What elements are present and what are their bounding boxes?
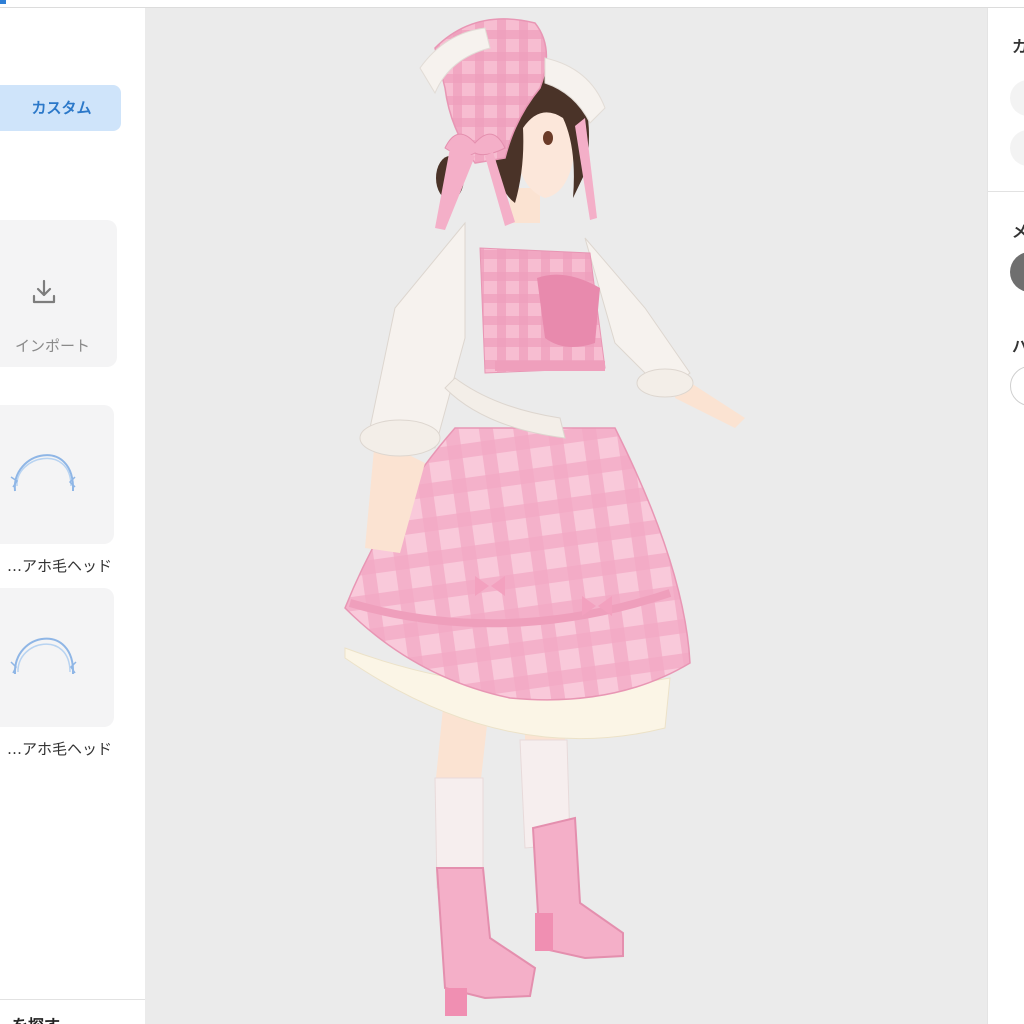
import-button[interactable]: インポート [0, 220, 117, 367]
search-link[interactable]: を探す [0, 1012, 60, 1024]
option-pill-1[interactable] [1010, 80, 1024, 116]
left-divider [0, 999, 145, 1000]
option-pill-2[interactable] [1010, 130, 1024, 166]
item-card-1[interactable] [0, 405, 114, 544]
avatar-editor: カスタム インポート アホ毛ヘッド… アホ毛ヘッド… を探 [0, 0, 1024, 1024]
hair-strand-icon [10, 454, 76, 492]
color-swatch-white[interactable] [1010, 366, 1024, 406]
right-divider [988, 191, 1024, 192]
avatar-viewport[interactable] [145, 8, 987, 1024]
tab-custom[interactable]: カスタム [0, 85, 121, 131]
right-heading-2: メ [1012, 218, 1024, 242]
import-label: インポート [14, 337, 90, 355]
item-label-2: アホ毛ヘッド… [6, 740, 112, 758]
top-accent [0, 0, 6, 4]
right-heading-color: カラー [1012, 33, 1024, 57]
avatar-3d-model [344, 18, 745, 1016]
right-heading-3: ハ [1012, 333, 1024, 357]
download-icon [32, 279, 56, 304]
right-panel: カラー メ ハ [987, 8, 1024, 1024]
item-card-2[interactable] [0, 588, 114, 727]
item-label-1: アホ毛ヘッド… [6, 557, 112, 575]
left-panel: カスタム インポート アホ毛ヘッド… アホ毛ヘッド… を探 [0, 8, 145, 1024]
color-swatch-gray[interactable] [1010, 252, 1024, 292]
top-bar [0, 0, 1024, 8]
hair-strand-icon [10, 637, 77, 675]
